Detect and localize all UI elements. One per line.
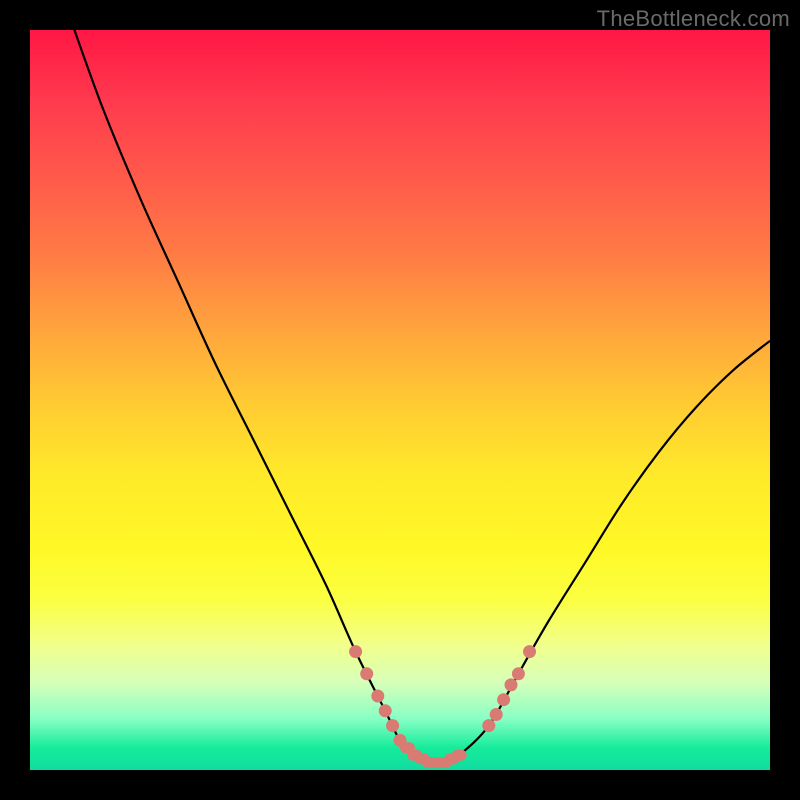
frame-border-right <box>770 0 800 800</box>
highlight-point <box>482 719 495 732</box>
highlight-point <box>371 690 384 703</box>
chart-frame: TheBottleneck.com <box>0 0 800 800</box>
highlight-point <box>490 708 503 721</box>
chart-svg <box>30 30 770 770</box>
highlight-point <box>379 704 392 717</box>
watermark-text: TheBottleneck.com <box>597 6 790 32</box>
highlight-point <box>497 693 510 706</box>
highlight-point <box>523 645 536 658</box>
highlight-left-branch <box>349 645 406 747</box>
bottleneck-curve <box>74 30 770 764</box>
frame-border-left <box>0 0 30 800</box>
highlight-point <box>512 667 525 680</box>
frame-border-bottom <box>0 770 800 800</box>
highlight-point <box>360 667 373 680</box>
highlight-point <box>386 719 399 732</box>
highlight-floor <box>400 742 467 768</box>
highlight-point <box>349 645 362 658</box>
highlight-point <box>505 678 518 691</box>
highlight-pill <box>452 750 467 761</box>
